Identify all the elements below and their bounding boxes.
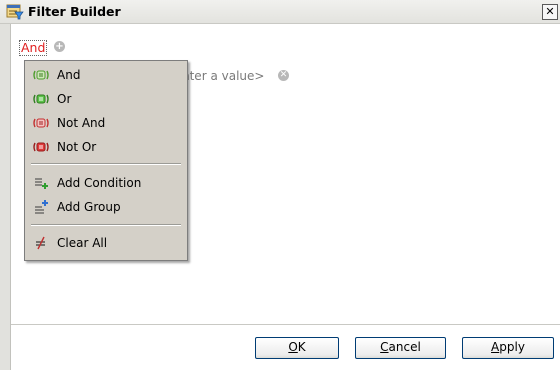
menu-item-or[interactable]: Or [25,88,187,110]
clear-all-icon [36,236,45,250]
remove-condition-icon[interactable]: ✕ [278,70,289,81]
not-or-group-icon [33,142,49,152]
menu-item-and[interactable]: And [25,64,187,86]
group-operator-link[interactable]: And [19,40,48,56]
menu-item-add-condition[interactable]: Add Condition [25,172,187,194]
menu-item-not-and[interactable]: Not And [25,112,187,134]
menu-item-label: Or [57,92,72,106]
menu-separator [31,163,181,165]
menu-item-label: Clear All [57,236,108,250]
menu-item-not-or[interactable]: Not Or [25,136,187,158]
filter-builder-app-icon [6,4,24,20]
not-and-group-icon [33,118,49,128]
add-condition-plus-icon[interactable]: + [54,41,65,52]
close-icon: ✕ [545,5,555,18]
menu-separator [31,224,181,226]
condition-value-placeholder[interactable]: nter a value> [182,69,264,83]
or-group-icon [33,94,49,104]
add-condition-icon [35,178,48,189]
menu-item-clear-all[interactable]: Clear All [25,232,187,254]
menu-item-label: Add Condition [57,176,142,190]
and-group-icon [33,70,49,80]
group-operator-context-menu: And Or Not And Not Or Add Condition Add … [24,60,188,261]
menu-item-label: And [57,68,81,82]
window-frame-left [0,24,11,370]
close-button[interactable]: ✕ [542,4,558,20]
filter-builder-dialog: Filter Builder ✕ And + nter a value> ✕ A… [0,0,560,370]
apply-button[interactable]: Apply [462,337,554,359]
menu-item-label: Not Or [57,140,97,154]
menu-item-label: Add Group [57,200,121,214]
window-title: Filter Builder [28,4,121,19]
title-bar[interactable]: Filter Builder ✕ [0,0,560,24]
menu-item-add-group[interactable]: Add Group [25,196,187,218]
add-group-icon [35,200,48,214]
cancel-button[interactable]: Cancel [355,337,446,359]
ok-button[interactable]: OK [255,337,339,359]
menu-item-label: Not And [57,116,106,130]
